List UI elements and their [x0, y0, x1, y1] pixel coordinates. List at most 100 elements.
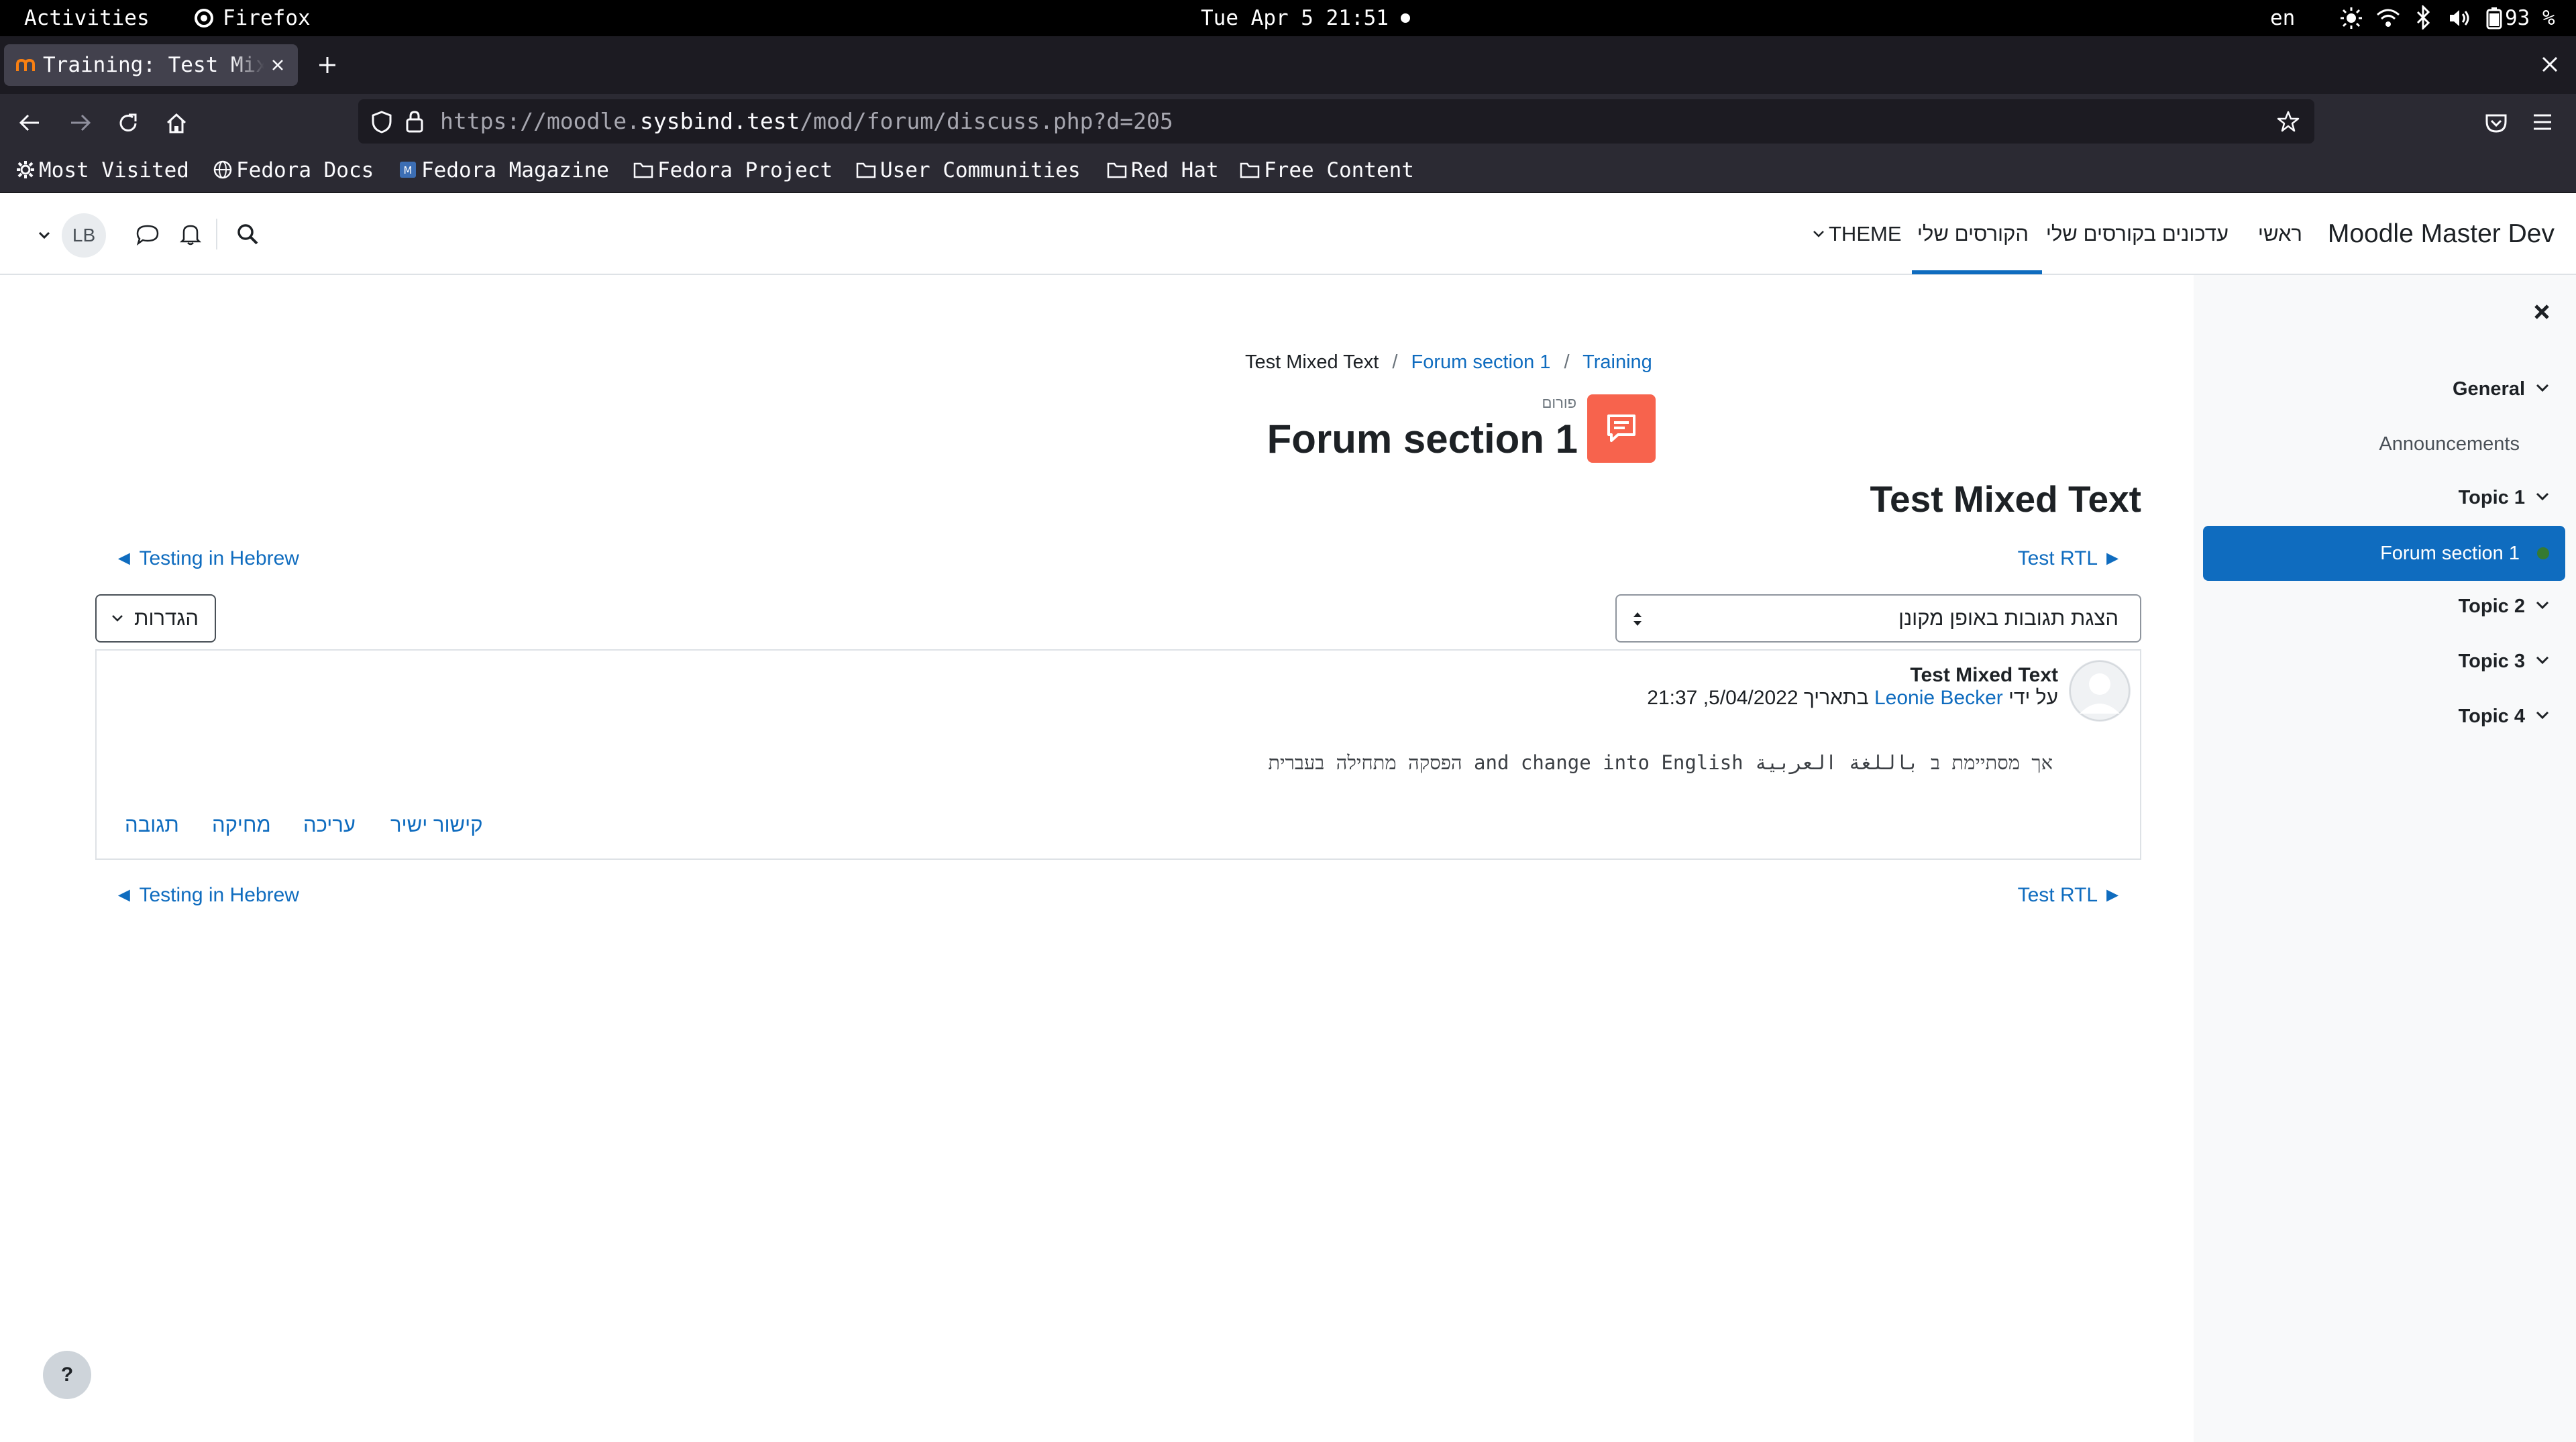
notification-dot — [1401, 13, 1410, 23]
back-icon[interactable] — [19, 112, 42, 133]
nav-active-indicator — [1912, 270, 2042, 274]
forum-activity-icon — [1587, 394, 1656, 463]
navbar-divider — [216, 219, 217, 249]
breadcrumb-course-link[interactable]: Training — [1582, 351, 1652, 373]
nav-my-courses[interactable]: הקורסים שלי — [1917, 193, 2029, 275]
url-text[interactable]: https://moodle.sysbind.test/mod/forum/di… — [440, 99, 1173, 144]
nav-home[interactable]: ראשי — [2258, 193, 2302, 275]
notifications-bell-icon[interactable] — [180, 223, 201, 245]
previous-discussion-link[interactable]: ◄ Testing in Hebrew — [114, 547, 299, 570]
reload-icon[interactable] — [117, 112, 140, 135]
close-drawer-icon[interactable] — [2533, 303, 2551, 321]
discussion-settings-button[interactable]: הגדרות — [95, 594, 216, 643]
chevron-down-icon — [2536, 602, 2549, 610]
window-close-icon[interactable] — [2540, 54, 2560, 74]
course-index-section-topic-2[interactable]: Topic 2 — [2459, 586, 2549, 626]
next-discussion-link-bottom[interactable]: Test RTL ► — [2018, 884, 2123, 907]
display-mode-select[interactable]: הצגת תגובות באופן מקונן — [1615, 594, 2141, 643]
post-edit-link[interactable]: עריכה — [303, 813, 356, 837]
chevron-down-icon — [2536, 712, 2549, 720]
display-mode-value: הצגת תגובות באופן מקונן — [1898, 606, 2118, 630]
course-index-section-general[interactable]: General — [2453, 369, 2549, 409]
chevron-down-icon — [2536, 493, 2549, 501]
tab-close-icon[interactable] — [270, 57, 286, 73]
next-discussion-link[interactable]: Test RTL ► — [2018, 547, 2123, 570]
chevron-down-icon — [2536, 384, 2549, 392]
tracking-protection-shield-icon[interactable] — [372, 111, 392, 133]
post-author-link[interactable]: Leonie Becker — [1874, 687, 2003, 709]
site-name[interactable]: Moodle Master Dev — [2328, 193, 2555, 275]
post-permalink-link[interactable]: קישור ישיר — [390, 813, 483, 837]
user-avatar[interactable]: LB — [62, 213, 106, 258]
post-delete-link[interactable]: מחיקה — [212, 813, 271, 837]
breadcrumb-forum-link[interactable]: Forum section 1 — [1411, 351, 1551, 373]
app-menu-label[interactable]: Firefox — [223, 0, 311, 36]
bookmark-free-content[interactable]: Free Content — [1240, 152, 1414, 189]
forward-icon[interactable] — [68, 112, 91, 133]
bookmark-star-icon[interactable] — [2277, 110, 2300, 133]
user-menu-chevron-down-icon[interactable] — [38, 231, 51, 240]
moodle-navbar: Moodle Master Dev ראשי עדכונים בקורסים ש… — [0, 193, 2576, 275]
browser-tab-active[interactable]: Training: Test Mixed Text — [4, 44, 298, 86]
course-index-section-topic-3[interactable]: Topic 3 — [2459, 641, 2549, 681]
tab-strip: Training: Test Mixed Text — [0, 36, 2576, 94]
course-index-section-topic-4[interactable]: Topic 4 — [2459, 696, 2549, 736]
post-subject: Test Mixed Text — [1910, 664, 2058, 686]
folder-icon — [633, 162, 653, 178]
settings-label: הגדרות — [134, 606, 199, 630]
select-arrows-icon — [1631, 610, 1644, 628]
battery-percent: 93 % — [2505, 6, 2555, 30]
browser-toolbar: https://moodle.sysbind.test/mod/forum/di… — [0, 94, 2576, 152]
author-avatar[interactable] — [2069, 660, 2131, 722]
bookmark-most-visited[interactable]: Most Visited — [16, 152, 189, 189]
course-index-drawer: General Announcements Topic 1 Forum sect… — [2194, 275, 2576, 1442]
lock-icon[interactable] — [405, 110, 424, 133]
messages-chat-icon[interactable] — [136, 224, 160, 245]
post-date: בתאריך 5/04/2022, 21:37 — [1647, 687, 1869, 709]
previous-discussion-link-bottom[interactable]: ◄ Testing in Hebrew — [114, 884, 299, 907]
course-index-item-announcements[interactable]: Announcements — [2379, 424, 2520, 464]
discussion-title: Test Mixed Text — [1870, 478, 2141, 520]
breadcrumb: Test Mixed Text / Forum section 1 / Trai… — [1245, 351, 1652, 374]
folder-icon — [1107, 162, 1127, 178]
globe-icon — [213, 160, 232, 178]
home-icon[interactable] — [165, 112, 188, 135]
post-body: הפסקה מתחילה בעברית and change into Engl… — [1268, 751, 2053, 774]
chevron-down-icon — [111, 614, 123, 622]
clock[interactable]: Tue Apr 5 21:51 — [1201, 0, 1389, 36]
input-language[interactable]: en — [2270, 0, 2295, 36]
post-reply-link[interactable]: תגובה — [125, 813, 179, 837]
bookmark-fedora-project[interactable]: Fedora Project — [633, 152, 833, 189]
forum-post: Test Mixed Text בתאריך 5/04/2022, 21:37 … — [95, 649, 2141, 860]
search-icon[interactable] — [236, 223, 259, 245]
firefox-app-icon — [193, 0, 215, 36]
hamburger-menu-icon[interactable] — [2532, 112, 2553, 132]
activities-button[interactable]: Activities — [24, 0, 150, 36]
url-bar[interactable]: https://moodle.sysbind.test/mod/forum/di… — [358, 99, 2314, 144]
breadcrumb-current: Test Mixed Text — [1245, 351, 1379, 373]
folder-icon — [856, 162, 876, 178]
bookmark-red-hat[interactable]: Red Hat — [1107, 152, 1219, 189]
breadcrumb-separator: / — [1564, 351, 1570, 373]
bookmark-fedora-magazine[interactable]: M Fedora Magazine — [398, 152, 609, 189]
gear-icon — [17, 160, 34, 178]
system-top-bar: Activities Firefox Tue Apr 5 21:51 en 93… — [0, 0, 2576, 36]
chevron-down-icon — [2536, 657, 2549, 665]
bookmark-fedora-docs[interactable]: Fedora Docs — [213, 152, 374, 189]
post-byline: בתאריך 5/04/2022, 21:37 Leonie Becker על… — [1647, 687, 2058, 710]
page-title: Forum section 1 — [1267, 417, 1578, 461]
fedora-magazine-icon: M — [400, 161, 416, 178]
pocket-icon[interactable] — [2485, 112, 2508, 133]
nav-dashboard[interactable]: עדכונים בקורסים שלי — [2046, 193, 2229, 275]
course-index-item-forum-section-1[interactable]: Forum section 1 — [2203, 526, 2565, 581]
bookmark-user-communities[interactable]: User Communities — [856, 152, 1081, 189]
bookmarks-toolbar: Most Visited Fedora Docs M Fedora Magazin… — [0, 152, 2576, 193]
help-button[interactable]: ? — [43, 1351, 91, 1399]
course-index-section-topic-1[interactable]: Topic 1 — [2459, 478, 2549, 518]
completion-dot — [2537, 547, 2549, 559]
breadcrumb-separator: / — [1392, 351, 1398, 373]
nav-theme-menu[interactable]: THEME — [1813, 193, 1902, 275]
moodle-favicon-icon — [16, 58, 35, 72]
new-tab-icon[interactable] — [317, 54, 338, 76]
tab-title: Training: Test Mixed Text — [43, 53, 264, 77]
